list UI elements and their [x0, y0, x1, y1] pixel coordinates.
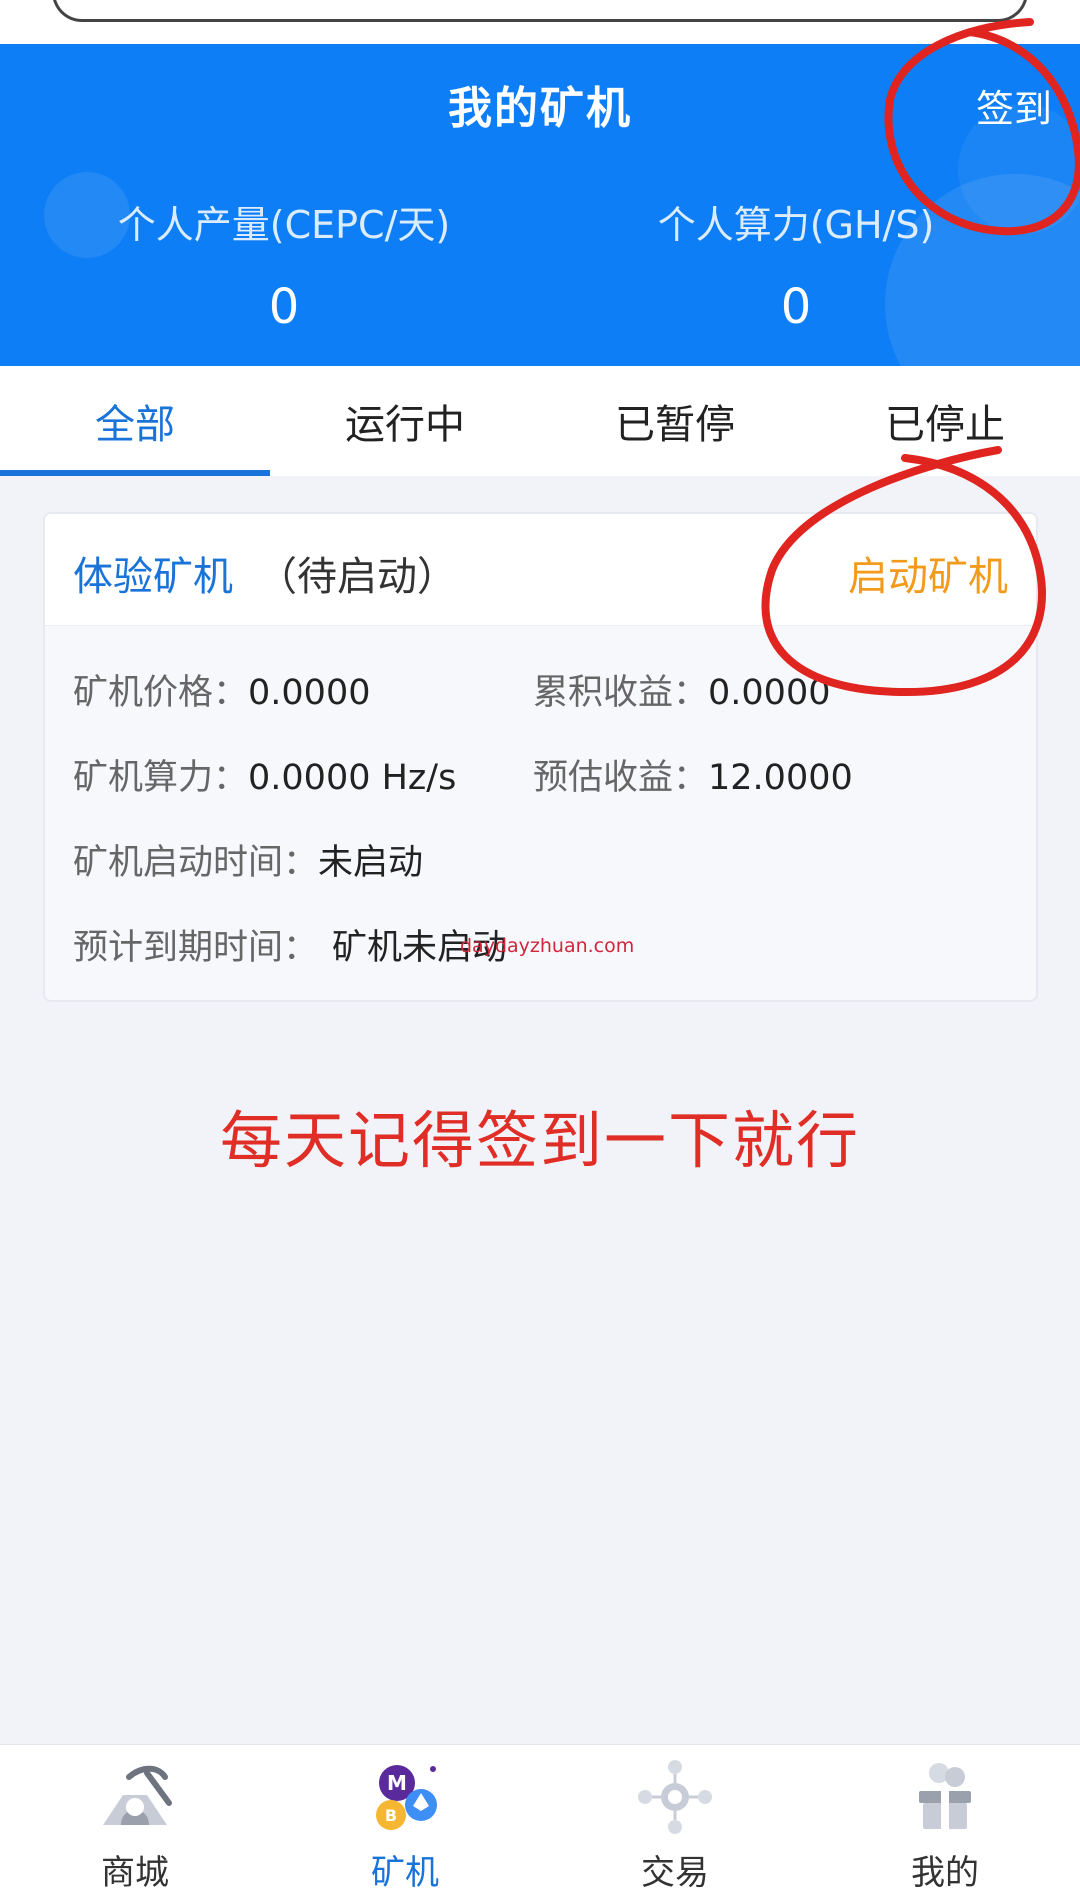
- stat-label: 个人算力(GH/S): [657, 203, 935, 247]
- field-label: 累积收益：: [533, 673, 709, 713]
- header: 我的矿机 签到 个人产量(CEPC/天) 0 个人算力(GH/S) 0: [0, 44, 1080, 366]
- start-machine-button[interactable]: 启动矿机: [848, 544, 1008, 602]
- machine-name: 体验矿机: [73, 554, 233, 600]
- field-label: 矿机算力：: [73, 758, 249, 798]
- top-strip: [0, 0, 1080, 44]
- nav-item-trade[interactable]: 交易: [540, 1745, 810, 1898]
- profile-gift-box-icon: [919, 1763, 971, 1829]
- tab-all[interactable]: 全部: [0, 366, 270, 476]
- stat-personal-output: 个人产量(CEPC/天) 0: [14, 194, 554, 335]
- mining-pick-icon: [103, 1765, 172, 1825]
- field-start-time: 矿机启动时间：未启动: [73, 834, 423, 885]
- page-title: 我的矿机: [448, 83, 632, 134]
- tab-paused[interactable]: 已暂停: [540, 366, 810, 476]
- nav-label: 我的: [911, 1853, 979, 1893]
- annotation-note: 每天记得签到一下就行: [219, 1104, 860, 1177]
- field-label: 预估收益：: [533, 758, 709, 798]
- machine-card-header: 体验矿机 （待启动） 启动矿机: [45, 514, 1036, 626]
- machine-card: 体验矿机 （待启动） 启动矿机 矿机价格：0.0000 累积收益：0.0000 …: [43, 512, 1038, 1002]
- field-value: 0.0000 Hz/s: [248, 758, 457, 798]
- field-label: 矿机启动时间：: [73, 843, 319, 883]
- watermark: daydayzhuan.com: [460, 935, 635, 957]
- field-estimated: 预估收益：12.0000: [533, 749, 853, 800]
- field-value: 0.0000: [248, 673, 371, 713]
- nav-label: 矿机: [371, 1853, 439, 1893]
- field-hashrate: 矿机算力：0.0000 Hz/s: [73, 749, 456, 800]
- field-label: 预计到期时间：: [73, 928, 319, 968]
- filter-tabs: 全部 运行中 已暂停 已停止: [0, 366, 1080, 476]
- checkin-button[interactable]: 签到: [976, 78, 1052, 133]
- svg-text:M: M: [387, 1771, 407, 1795]
- field-value: 0.0000: [708, 673, 831, 713]
- crypto-coins-icon: M B: [376, 1765, 437, 1830]
- field-value: 未启动: [318, 843, 424, 883]
- field-label: 矿机价格：: [73, 673, 249, 713]
- field-value: 12.0000: [708, 758, 853, 798]
- nav-label: 交易: [641, 1853, 709, 1893]
- field-expire-time: 预计到期时间： 矿机未启动: [73, 919, 507, 970]
- machine-status: （待启动）: [257, 554, 457, 600]
- nav-item-miner[interactable]: M B 矿机: [270, 1745, 540, 1898]
- field-accumulated: 累积收益：0.0000: [533, 664, 830, 715]
- exchange-network-icon: [638, 1760, 712, 1834]
- nav-label: 商城: [101, 1853, 169, 1893]
- nav-item-mall[interactable]: 商城: [0, 1745, 270, 1898]
- stat-value: 0: [268, 279, 300, 335]
- bottom-nav: 商城 M B 矿机 交易 我的: [0, 1744, 1080, 1898]
- tab-running[interactable]: 运行中: [270, 366, 540, 476]
- search-box-edge[interactable]: [52, 0, 1028, 22]
- field-price: 矿机价格：0.0000: [73, 664, 370, 715]
- svg-text:B: B: [385, 1806, 397, 1825]
- stat-personal-hashrate: 个人算力(GH/S) 0: [526, 194, 1066, 335]
- nav-item-mine[interactable]: 我的: [810, 1745, 1080, 1898]
- tab-stopped[interactable]: 已停止: [810, 366, 1080, 476]
- stat-label: 个人产量(CEPC/天): [117, 203, 451, 247]
- stat-value: 0: [780, 279, 812, 335]
